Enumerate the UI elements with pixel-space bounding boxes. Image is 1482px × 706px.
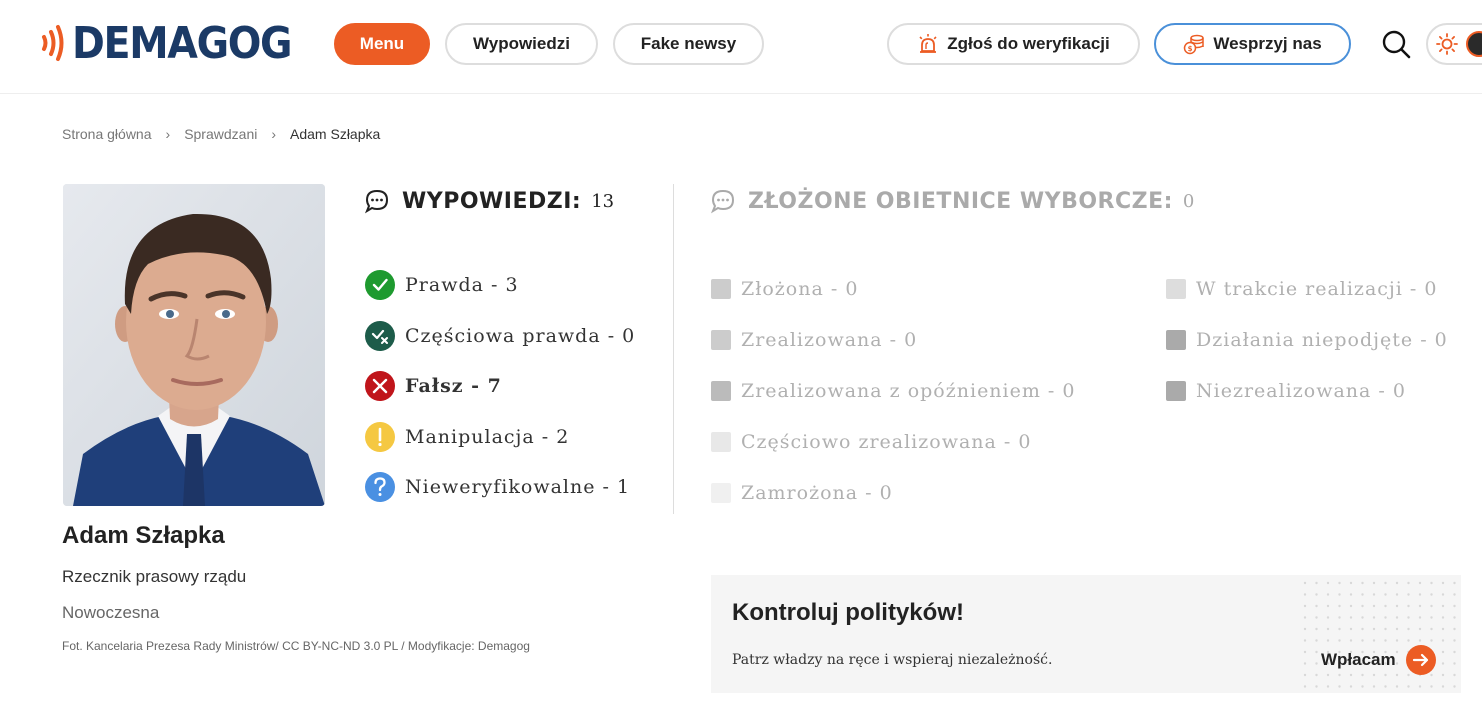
verdict-label: Manipulacja - 2 [405, 425, 570, 448]
breadcrumb-section[interactable]: Sprawdzani [184, 126, 257, 142]
exclamation-icon [365, 421, 395, 452]
breadcrumb-current: Adam Szłapka [290, 126, 381, 142]
question-icon [365, 472, 395, 503]
verdict-partial-true[interactable]: Częściowa prawda - 0 [365, 311, 635, 362]
logo-text: DEMAGOG [72, 17, 293, 69]
promise-label: Złożona - 0 [741, 277, 859, 300]
theme-toggle[interactable] [1426, 23, 1482, 65]
promises-count: 0 [1182, 190, 1195, 212]
nav-fake-news-label: Fake newsy [640, 34, 737, 53]
status-square [1166, 329, 1186, 350]
promise-label: Częściowo zrealizowana - 0 [741, 430, 1032, 453]
verdict-list: Prawda - 3 Częściowa prawda - 0 Fałsz - … [365, 260, 635, 513]
portrait-image [63, 184, 325, 506]
support-button-label: Wesprzyj nas [1213, 34, 1322, 53]
status-square [711, 329, 731, 350]
donate-button[interactable]: Wpłacam [1321, 645, 1436, 675]
status-square [1166, 380, 1186, 401]
donate-banner: Kontroluj polityków! Patrz władzy na ręc… [711, 575, 1461, 693]
promise-label: Działania niepodjęte - 0 [1196, 328, 1448, 351]
theme-toggle-knob [1466, 31, 1482, 57]
menu-button-label: Menu [359, 34, 405, 53]
promise-label: Zamrożona - 0 [741, 481, 893, 504]
speech-bubble-icon [364, 189, 389, 214]
status-square [711, 380, 731, 401]
promises-heading: ZŁOŻONE OBIETNICE WYBORCZE: 0 [710, 188, 1194, 214]
report-button[interactable]: Zgłoś do weryfikacji [887, 23, 1140, 65]
nav-statements-label: Wypowiedzi [473, 34, 570, 53]
status-square [1166, 278, 1186, 299]
statements-count: 13 [591, 190, 615, 212]
promise-list-left: Złożona - 0 Zrealizowana - 0 Zrealizowan… [711, 263, 1075, 518]
person-name: Adam Szłapka [62, 522, 225, 549]
verdict-true[interactable]: Prawda - 3 [365, 260, 635, 311]
speech-bubble-icon [710, 189, 735, 214]
verdict-false[interactable]: Fałsz - 7 [365, 361, 635, 412]
check-icon [365, 270, 395, 301]
verdict-unverifiable[interactable]: Nieweryfikowalne - 1 [365, 462, 635, 513]
verdict-label: Częściowa prawda - 0 [405, 324, 636, 347]
promise-status: Zrealizowana z opóźnieniem - 0 [711, 365, 1075, 416]
photo-credit: Fot. Kancelaria Prezesa Rady Ministrów/ … [62, 639, 530, 653]
nav-statements-button[interactable]: Wypowiedzi [445, 23, 598, 65]
support-button[interactable]: $ Wesprzyj nas [1154, 23, 1351, 65]
search-icon[interactable] [1380, 28, 1412, 60]
sun-icon [1436, 33, 1458, 55]
status-square [711, 482, 731, 503]
promise-label: Niezrealizowana - 0 [1196, 379, 1406, 402]
nav-fake-news-button[interactable]: Fake newsy [613, 23, 764, 65]
profile-photo [63, 184, 325, 506]
verdict-label: Prawda - 3 [405, 274, 519, 297]
donate-banner-title: Kontroluj polityków! [732, 599, 964, 626]
breadcrumb-separator: › [165, 126, 171, 142]
promise-status: Działania niepodjęte - 0 [1166, 314, 1448, 365]
person-role: Rzecznik prasowy rządu [62, 567, 247, 586]
statements-heading: WYPOWIEDZI: 13 [364, 188, 614, 214]
statements-title: WYPOWIEDZI: [402, 188, 582, 214]
arrow-right-icon [1405, 645, 1436, 675]
status-square [711, 278, 731, 299]
coins-icon: $ [1184, 34, 1205, 55]
promise-status: Zamrożona - 0 [711, 467, 1075, 518]
breadcrumb-separator: › [271, 126, 277, 142]
verdict-label: Nieweryfikowalne - 1 [405, 476, 631, 499]
partial-check-icon [365, 320, 395, 351]
dot-pattern [1303, 581, 1456, 688]
menu-button[interactable]: Menu [334, 23, 430, 65]
donate-button-label: Wpłacam [1321, 650, 1396, 669]
cross-icon [365, 371, 395, 402]
promise-status: W trakcie realizacji - 0 [1166, 263, 1448, 314]
promise-status: Złożona - 0 [711, 263, 1075, 314]
site-header: DEMAGOG Menu Wypowiedzi Fake newsy Zgłoś… [0, 0, 1482, 94]
promise-label: W trakcie realizacji - 0 [1196, 277, 1438, 300]
verdict-manipulation[interactable]: Manipulacja - 2 [365, 412, 635, 463]
verdict-label: Fałsz - 7 [405, 375, 502, 398]
person-party: Nowoczesna [62, 603, 160, 622]
promise-label: Zrealizowana - 0 [741, 328, 918, 351]
donate-banner-subtitle: Patrz władzy na ręce i wspieraj niezależ… [732, 652, 1053, 668]
status-square [711, 431, 731, 452]
promise-list-right: W trakcie realizacji - 0 Działania niepo… [1166, 263, 1448, 416]
alarm-light-icon [919, 34, 937, 53]
breadcrumb-home[interactable]: Strona główna [62, 126, 152, 142]
promise-status: Niezrealizowana - 0 [1166, 365, 1448, 416]
sound-waves-icon [42, 25, 64, 61]
svg-text:$: $ [1188, 45, 1193, 53]
column-divider [673, 184, 674, 514]
promises-title: ZŁOŻONE OBIETNICE WYBORCZE: [748, 188, 1173, 214]
logo[interactable]: DEMAGOG [38, 17, 316, 69]
breadcrumb: Strona główna › Sprawdzani › Adam Szłapk… [62, 126, 380, 142]
promise-status: Zrealizowana - 0 [711, 314, 1075, 365]
promise-status: Częściowo zrealizowana - 0 [711, 416, 1075, 467]
report-button-label: Zgłoś do weryfikacji [947, 34, 1110, 53]
promise-label: Zrealizowana z opóźnieniem - 0 [741, 379, 1076, 402]
